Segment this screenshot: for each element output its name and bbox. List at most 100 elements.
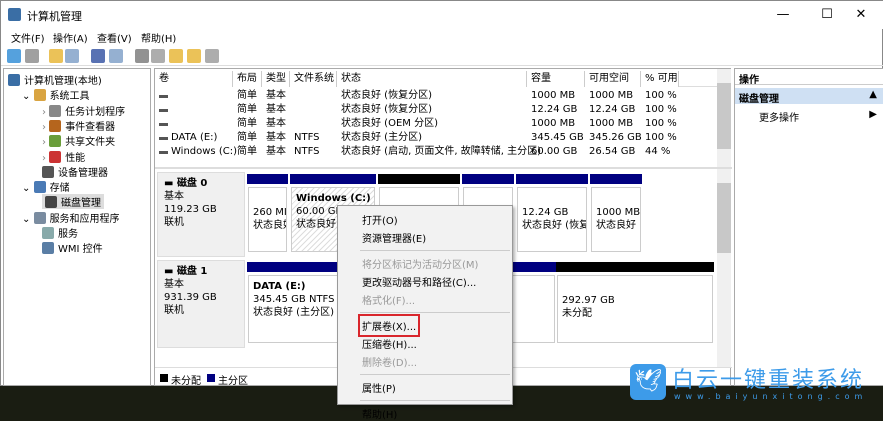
partition-bar: [590, 174, 642, 184]
partition-status: 未分配: [562, 308, 592, 319]
forward-icon[interactable]: [25, 49, 39, 63]
column-header[interactable]: 可用空间: [585, 71, 641, 87]
menu-view[interactable]: 查看(V): [97, 30, 132, 45]
tree-item[interactable]: › 共享文件夹: [42, 133, 115, 148]
disk-name-text: 磁盘 1: [176, 266, 208, 277]
help-icon[interactable]: [91, 49, 105, 63]
partition[interactable]: 260 MI 状态良好: [248, 187, 287, 252]
tree-item-label: 服务: [58, 229, 78, 240]
chevron-right-icon[interactable]: ›: [42, 137, 49, 148]
table-row[interactable]: DATA (E:) 简单 基本 NTFS 状态良好 (主分区) 345.45 GB 345.…: [155, 131, 717, 145]
clock-icon: [49, 104, 62, 117]
context-menu-item[interactable]: 资源管理器(E): [362, 230, 426, 245]
menu-file[interactable]: 文件(F): [11, 30, 45, 45]
context-menu-item[interactable]: 删除卷(D)...: [362, 354, 417, 369]
tree-item[interactable]: 计算机管理(本地): [8, 72, 102, 87]
column-header[interactable]: 类型: [262, 71, 290, 87]
collapse-icon: ▲: [869, 89, 877, 100]
table-row[interactable]: 简单 基本 状态良好 (OEM 分区) 1000 MB 1000 MB 100 %: [155, 117, 717, 131]
tree-item[interactable]: ⌄ 存储: [22, 179, 70, 194]
properties-icon[interactable]: [205, 49, 219, 63]
tree-item[interactable]: › 任务计划程序: [42, 103, 125, 118]
tree-item-label: 计算机管理(本地): [24, 76, 102, 87]
up-folder-icon[interactable]: [49, 49, 63, 63]
chevron-right-icon[interactable]: ›: [42, 107, 49, 118]
column-header[interactable]: 卷: [155, 71, 233, 87]
tree-item[interactable]: › 事件查看器: [42, 118, 115, 133]
disk-label[interactable]: ▬ 磁盘 0 基本 119.23 GB 联机: [157, 172, 245, 257]
folder-up-icon[interactable]: [169, 49, 183, 63]
chevron-down-icon[interactable]: ⌄: [22, 214, 34, 225]
partition-name: Windows (C:): [296, 193, 371, 204]
table-cell: 基本: [266, 104, 286, 115]
check-icon[interactable]: [151, 49, 165, 63]
pane-splitter[interactable]: [155, 167, 732, 169]
disk-type: 基本: [164, 191, 184, 202]
partition[interactable]: 12.24 GB 状态良好 (恢复: [517, 187, 587, 252]
table-cell: 100 %: [645, 132, 677, 143]
partition[interactable]: 292.97 GB 未分配: [557, 275, 713, 343]
folder-search-icon[interactable]: [187, 49, 201, 63]
table-cell: 简单: [237, 132, 257, 143]
table-row[interactable]: Windows (C:) 简单 基本 NTFS 状态良好 (启动, 页面文件, 故障转储…: [155, 145, 717, 159]
menu-action[interactable]: 操作(A): [53, 30, 88, 45]
minimize-button[interactable]: —: [761, 1, 805, 29]
close-button[interactable]: ✕: [839, 1, 883, 29]
table-cell: 1000 MB: [531, 90, 576, 101]
tree-item[interactable]: ⌄ 系统工具: [22, 87, 90, 102]
context-menu-item[interactable]: 帮助(H): [362, 406, 397, 421]
watermark: 🕊 白云一键重装系统 www.baiyunxitong.com: [630, 362, 875, 404]
table-cell: 状态良好 (OEM 分区): [341, 118, 438, 129]
disk-icon: [45, 196, 57, 209]
column-header[interactable]: % 可用: [641, 71, 679, 87]
volume-icon: [159, 109, 168, 112]
show-hide-tree-icon[interactable]: [65, 49, 79, 63]
console-icon[interactable]: [109, 49, 123, 63]
partition-size: 260 MI: [253, 207, 287, 218]
table-row[interactable]: 简单 基本 状态良好 (恢复分区) 12.24 GB 12.24 GB 100 %: [155, 103, 717, 117]
column-header[interactable]: 布局: [233, 71, 262, 87]
context-menu-item[interactable]: 打开(O): [362, 212, 398, 227]
chevron-down-icon[interactable]: ⌄: [22, 91, 34, 102]
table-row[interactable]: 简单 基本 状态良好 (恢复分区) 1000 MB 1000 MB 100 %: [155, 89, 717, 103]
chevron-right-icon[interactable]: ›: [42, 122, 49, 133]
back-icon[interactable]: [7, 49, 21, 63]
context-menu-item[interactable]: 更改驱动器号和路径(C)...: [362, 274, 476, 289]
navigation-tree: 计算机管理(本地) ⌄ 系统工具 › 任务计划程序 › 事件查看器 › 共享文件夹 › 性…: [3, 68, 151, 386]
tree-item[interactable]: 磁盘管理: [42, 194, 104, 210]
column-header[interactable]: 容量: [527, 71, 585, 87]
tree-item[interactable]: 设备管理器: [42, 164, 108, 179]
window-title: 计算机管理: [27, 10, 82, 23]
column-header[interactable]: 文件系统: [290, 71, 337, 87]
context-menu-item[interactable]: 格式化(F)...: [362, 292, 415, 307]
context-menu-item[interactable]: 属性(P): [362, 380, 396, 395]
legend-swatch-primary: [207, 374, 215, 382]
chevron-right-icon: ▶: [869, 109, 877, 120]
disk-size: 931.39 GB: [164, 292, 217, 303]
menu-help[interactable]: 帮助(H): [141, 30, 176, 45]
disk-view-scrollbar[interactable]: [717, 169, 731, 367]
actions-section-disk-management[interactable]: 磁盘管理 ▲: [735, 88, 883, 105]
column-header[interactable]: 状态: [337, 71, 527, 87]
disk-size: 119.23 GB: [164, 204, 217, 215]
chevron-right-icon[interactable]: ›: [42, 153, 49, 164]
tree-item[interactable]: 服务: [42, 225, 78, 240]
table-cell: 状态良好 (恢复分区): [341, 104, 432, 115]
partition[interactable]: 1000 MB 状态良好 (: [591, 187, 641, 252]
table-cell: DATA (E:): [171, 132, 218, 143]
tree-item[interactable]: › 性能: [42, 149, 85, 164]
context-menu-item[interactable]: 将分区标记为活动分区(M): [362, 256, 478, 271]
tree-item[interactable]: WMI 控件: [42, 240, 103, 255]
tree-item[interactable]: ⌄ 服务和应用程序: [22, 210, 120, 225]
more-actions-label: 更多操作: [759, 113, 799, 124]
context-menu-item[interactable]: 扩展卷(X)...: [357, 314, 421, 337]
partition-bar: [556, 262, 714, 272]
more-actions[interactable]: 更多操作 ▶: [759, 109, 883, 124]
disk-label[interactable]: ▬ 磁盘 1 基本 931.39 GB 联机: [157, 260, 245, 348]
connect-icon[interactable]: [135, 49, 149, 63]
title-bar: 计算机管理 — ☐ ✕: [1, 1, 883, 29]
table-row-partial[interactable]: [155, 159, 717, 165]
volume-list-scrollbar[interactable]: [717, 69, 731, 167]
context-menu-item[interactable]: 压缩卷(H)...: [362, 336, 417, 351]
chevron-down-icon[interactable]: ⌄: [22, 183, 34, 194]
